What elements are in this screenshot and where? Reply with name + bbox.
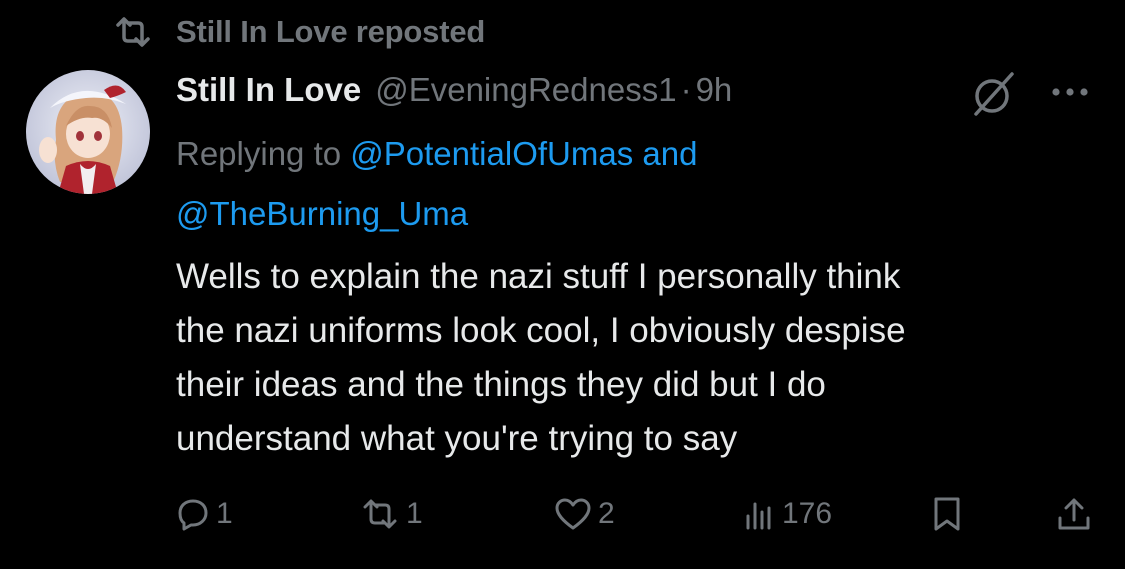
avatar[interactable] [26,70,150,194]
reply-icon [176,497,210,531]
tweet-text-line: the nazi uniforms look cool, I obviously… [176,311,906,350]
repost-button[interactable]: 1 [360,490,423,538]
mention-link[interactable]: @TheBurning_Uma [176,195,468,232]
like-button[interactable]: 2 [554,490,615,538]
more-options-icon[interactable] [1046,76,1094,108]
share-button[interactable] [1056,490,1092,538]
views-icon [744,498,776,530]
tweet-text-line: their ideas and the things they did but … [176,365,826,404]
bookmark-icon [930,496,964,532]
repost-icon [112,14,158,50]
user-handle[interactable]: @EveningRedness1 [375,71,676,109]
separator-dot: · [680,71,692,108]
repost-banner-label: Still In Love reposted [176,14,486,49]
repost-count: 1 [406,497,423,530]
replying-prefix: Replying to [176,135,351,172]
share-icon [1056,496,1092,532]
reply-button[interactable]: 1 [176,490,233,538]
tweet-time[interactable]: 9h [696,71,733,109]
like-count: 2 [598,497,615,530]
grok-icon[interactable] [968,70,1020,118]
repost-icon [360,499,400,529]
reply-count: 1 [216,497,233,530]
tweet-header: Still In Love @EveningRedness1 · 9h [176,68,732,112]
replying-to: Replying to @PotentialOfUmas and @TheBurn… [176,124,956,244]
views-count: 176 [782,497,833,530]
mention-link[interactable]: @PotentialOfUmas [350,135,633,172]
tweet-text-line: Wells to explain the nazi stuff I person… [176,257,901,296]
heart-icon [554,497,592,531]
display-name[interactable]: Still In Love [176,71,361,109]
replying-and[interactable]: and [633,135,697,172]
repost-banner[interactable]: Still In Love reposted [112,14,485,50]
bookmark-button[interactable] [930,490,964,538]
views-button[interactable]: 176 [744,490,832,538]
tweet-text: Wells to explain the nazi stuff I person… [176,250,1096,466]
action-bar: 1 1 2 176 [0,490,1125,538]
tweet-text-line: understand what you're trying to say [176,419,738,458]
